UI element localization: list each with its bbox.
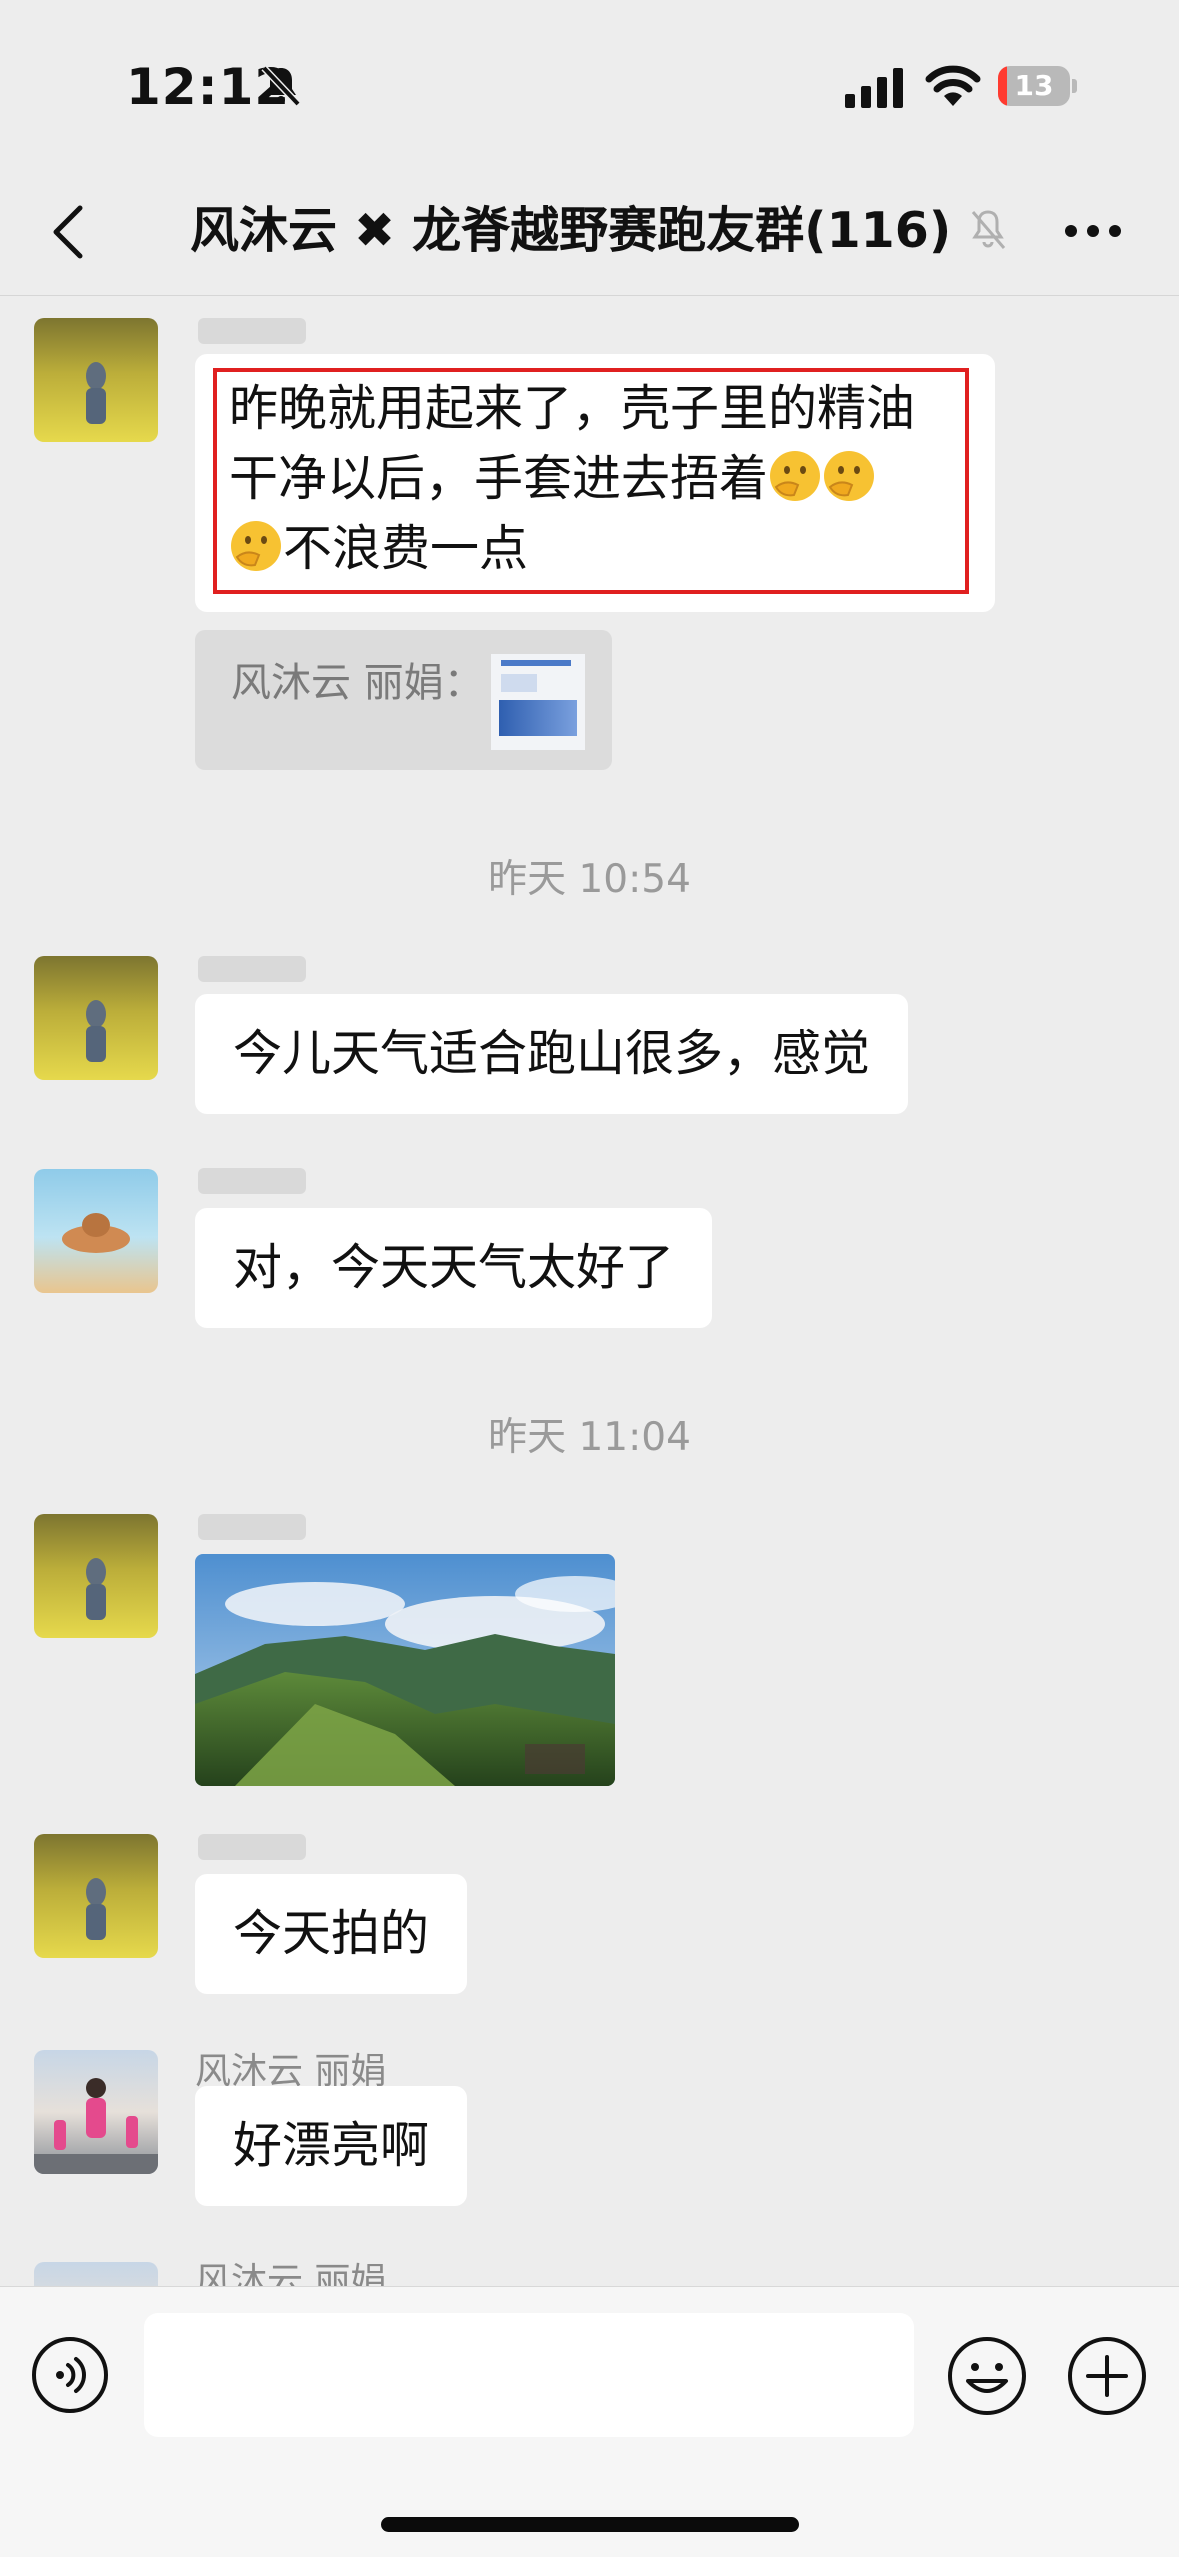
input-bar — [0, 2286, 1179, 2557]
message-bubble[interactable]: 昨晚就用起来了，壳子里的精油 干净以后，手套进去捂着 不浪费一点 — [195, 354, 995, 612]
message-bubble[interactable]: 对，今天天气太好了 — [195, 1208, 713, 1328]
message-text: 昨晚就用起来了，壳子里的精油 干净以后，手套进去捂着 不浪费一点 — [229, 374, 915, 584]
nav-bar: 风沐云 ✖ 龙脊越野赛跑友群(116) — [0, 170, 1179, 296]
message-text-line: 不浪费一点 — [229, 514, 915, 584]
thumbnail-block — [501, 674, 537, 692]
thinking-face-icon — [770, 451, 821, 501]
voice-icon[interactable] — [30, 2335, 110, 2415]
thumbnail-block — [501, 660, 571, 666]
battery-icon: 13 — [998, 66, 1078, 106]
sender-name-blurred — [198, 1514, 306, 1540]
emoji-icon[interactable] — [946, 2335, 1028, 2417]
message-bubble[interactable]: 今天拍的 — [195, 1874, 468, 1994]
wifi-icon — [925, 65, 981, 106]
message-text-line: 干净以后，手套进去捂着 — [229, 444, 915, 514]
quote-sender: 风沐云 丽娟： — [231, 660, 484, 706]
bell-slash-icon — [971, 210, 1006, 249]
thumbnail-block — [499, 700, 577, 736]
timestamp: 昨天 11:04 — [488, 1415, 691, 1460]
cellular-signal-icon — [845, 68, 903, 108]
timestamp: 昨天 10:54 — [488, 857, 691, 902]
battery-level: 13 — [1014, 69, 1054, 102]
sender-name-blurred — [198, 956, 306, 982]
sender-name-blurred — [198, 1168, 306, 1194]
more-dots-icon[interactable] — [1062, 206, 1124, 256]
sender-name: 风沐云 丽娟 — [195, 2261, 387, 2286]
battery-body: 13 — [998, 66, 1070, 106]
avatar[interactable] — [34, 1169, 158, 1293]
avatar-figure — [86, 362, 106, 424]
message-bubble[interactable]: 好漂亮啊 — [195, 2086, 468, 2206]
avatar[interactable] — [34, 2050, 158, 2174]
sender-name-blurred — [198, 1834, 306, 1860]
message-text-fragment: 不浪费一点 — [283, 520, 529, 577]
battery-tip — [1072, 79, 1077, 93]
avatar-figure — [86, 1878, 106, 1940]
quote-block[interactable]: 风沐云 丽娟： — [195, 630, 612, 770]
message-text-line: 昨晚就用起来了，壳子里的精油 — [229, 380, 916, 437]
mountain-photo[interactable] — [195, 1554, 615, 1786]
avatar[interactable] — [34, 318, 158, 442]
message-text-fragment: 干净以后，手套进去捂着 — [229, 450, 769, 507]
avatar-figure — [86, 1000, 106, 1062]
plus-icon[interactable] — [1066, 2335, 1148, 2417]
back-chevron-icon[interactable] — [40, 200, 100, 264]
thinking-face-icon — [231, 521, 281, 571]
avatar[interactable] — [34, 1514, 158, 1638]
photo-graphic — [195, 1554, 615, 1786]
sender-name-blurred — [198, 318, 306, 344]
status-bar: 12:12 13 — [0, 0, 1179, 170]
chat-area[interactable]: 昨晚就用起来了，壳子里的精油 干净以后，手套进去捂着 不浪费一点 风沐云 丽娟：… — [0, 296, 1179, 2286]
avatar[interactable] — [34, 2262, 158, 2286]
avatar-figure — [62, 1213, 130, 1253]
thinking-face-icon — [824, 451, 875, 501]
message-input[interactable] — [144, 2313, 914, 2437]
bell-slash-icon — [261, 65, 301, 107]
home-indicator — [381, 2517, 799, 2532]
avatar-figure — [34, 2078, 158, 2174]
quote-thumbnail — [491, 654, 585, 750]
chat-title: 风沐云 ✖ 龙脊越野赛跑友群(116) — [190, 202, 952, 259]
avatar-figure — [86, 1558, 106, 1620]
avatar[interactable] — [34, 956, 158, 1080]
message-bubble[interactable]: 今儿天气适合跑山很多，感觉 — [195, 994, 909, 1114]
avatar[interactable] — [34, 1834, 158, 1958]
